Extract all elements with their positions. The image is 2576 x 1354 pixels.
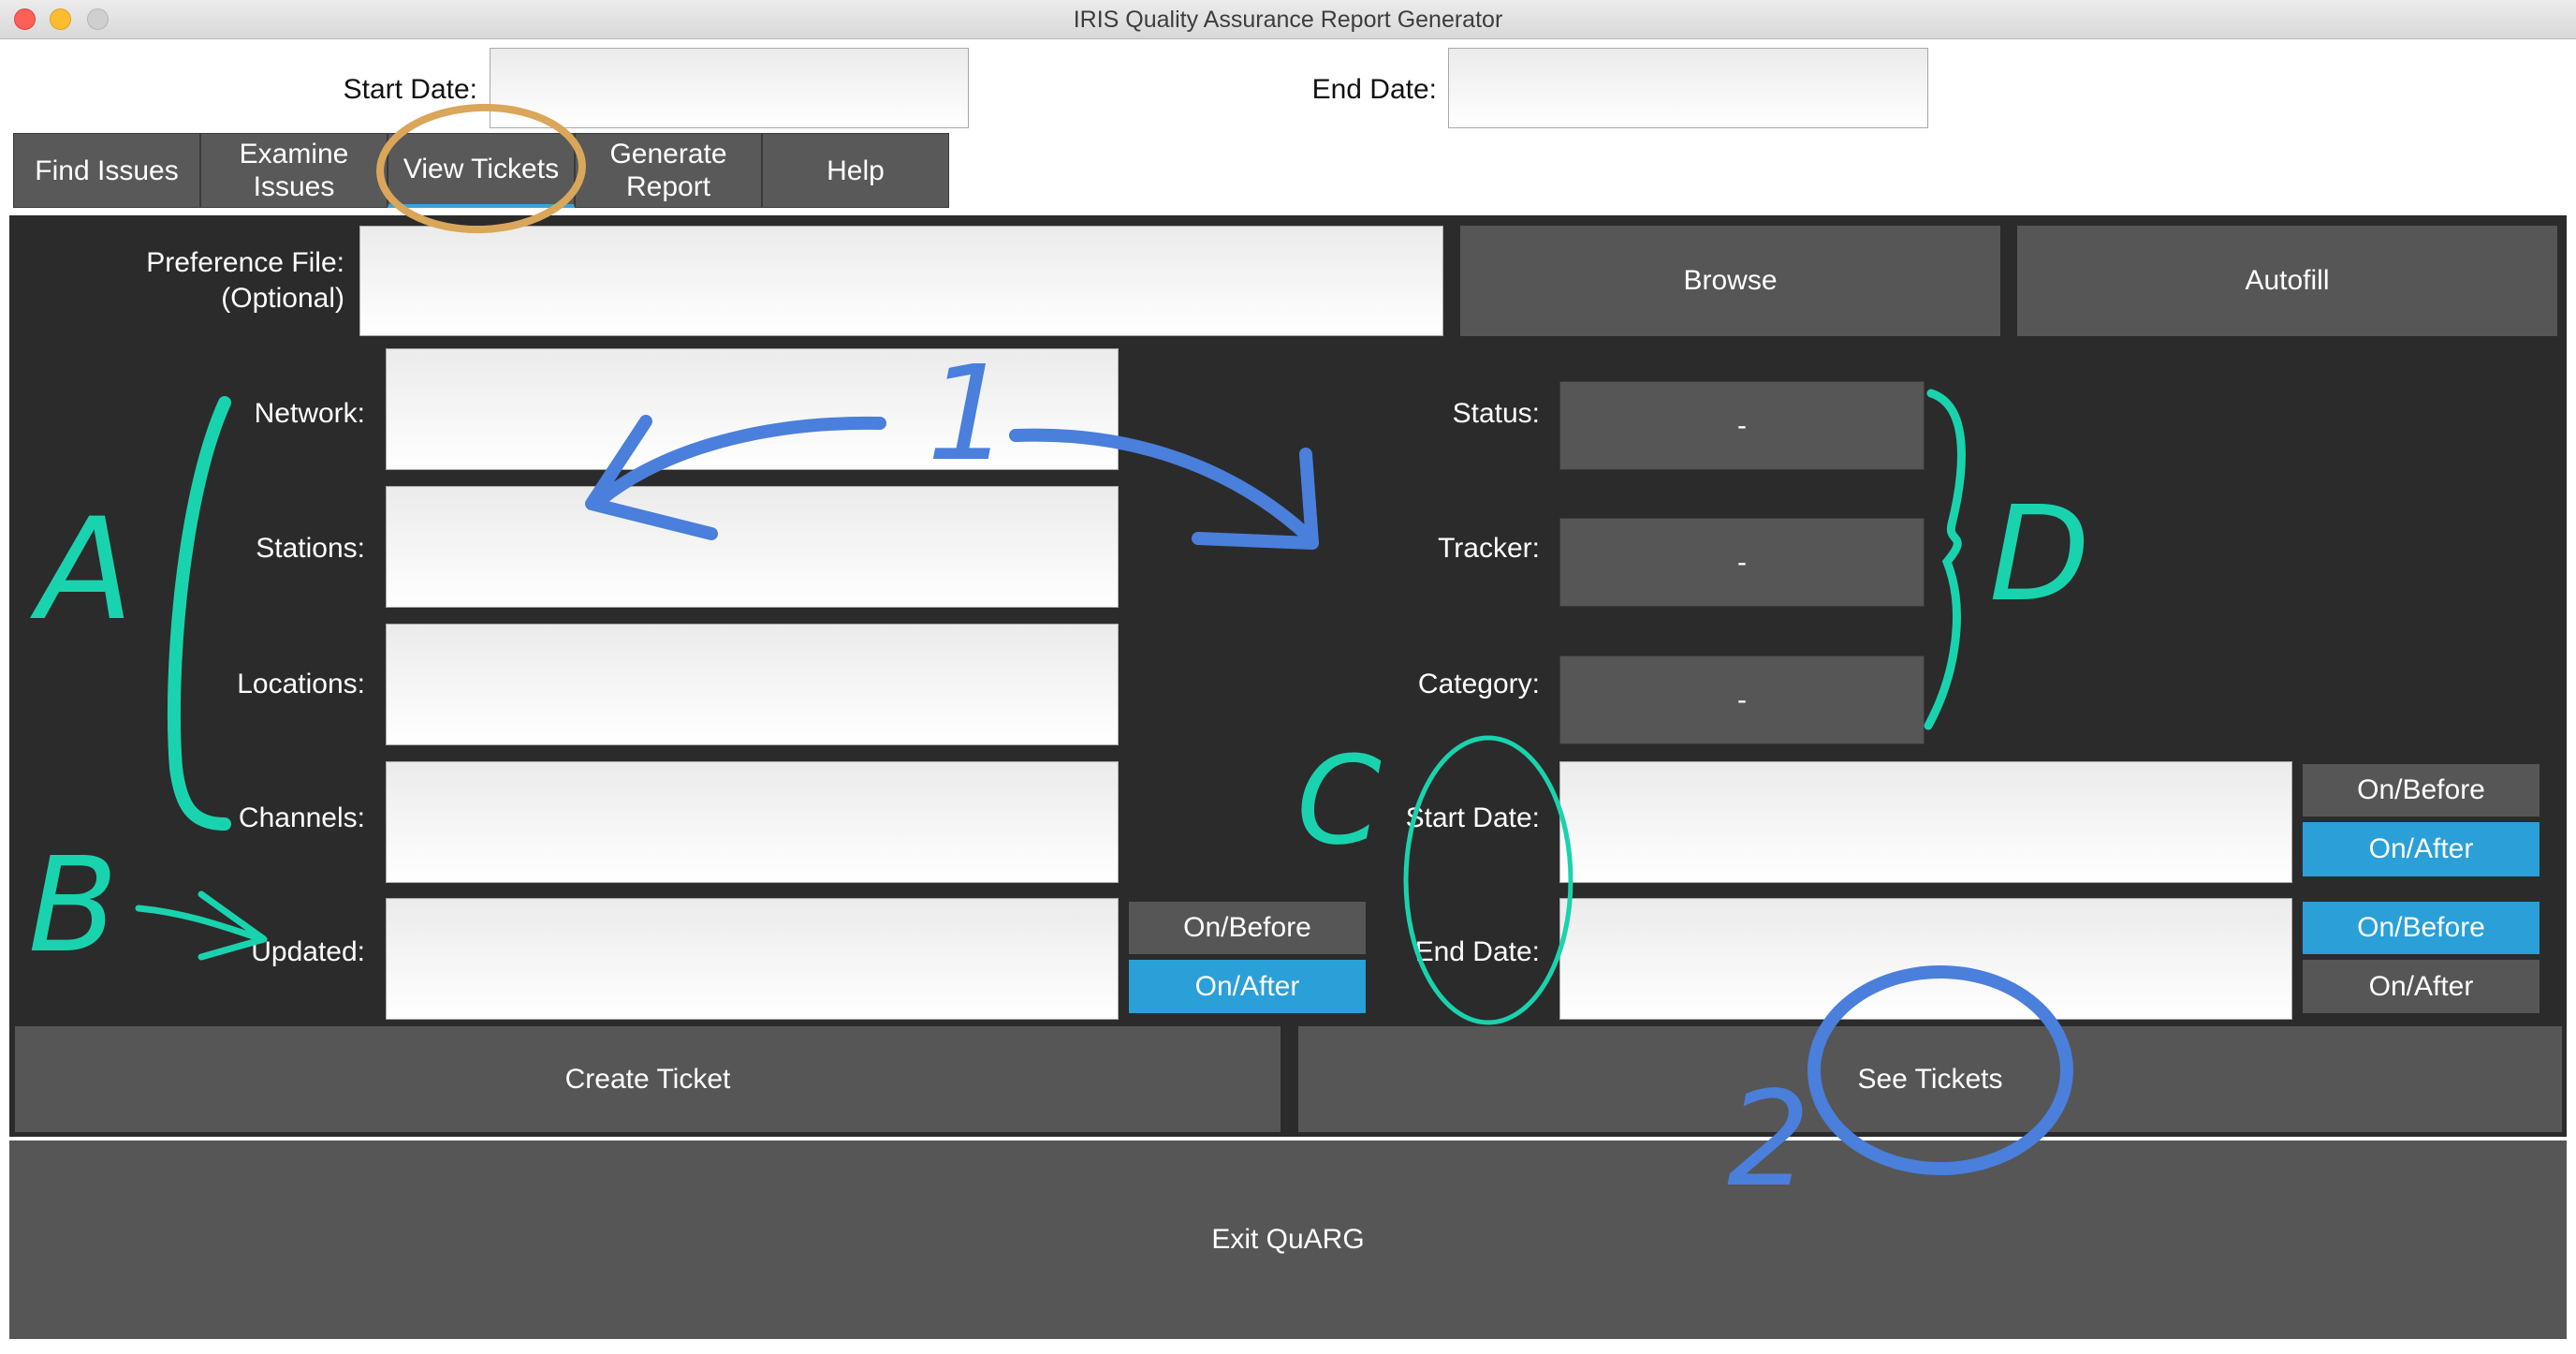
end-date-input[interactable] <box>1559 898 2292 1020</box>
status-dropdown[interactable]: - <box>1559 381 1925 470</box>
network-label: Network: <box>254 398 365 429</box>
window-title: IRIS Quality Assurance Report Generator <box>1073 7 1503 33</box>
header-end-date-input[interactable] <box>1448 48 1928 128</box>
preference-file-input[interactable] <box>359 226 1443 336</box>
end-on-after-toggle[interactable]: On/After <box>2303 960 2539 1013</box>
updated-date-input[interactable] <box>386 898 1119 1020</box>
channels-input[interactable] <box>386 761 1119 883</box>
status-label: Status: <box>1452 398 1540 429</box>
stations-label: Stations: <box>256 533 365 564</box>
locations-input[interactable] <box>386 624 1119 745</box>
category-dropdown[interactable]: - <box>1559 655 1925 744</box>
tab-help[interactable]: Help <box>762 133 949 208</box>
tab-examine-issues[interactable]: Examine Issues <box>200 133 388 208</box>
start-date-label: Start Date: <box>1405 802 1540 833</box>
tracker-label: Tracker: <box>1438 533 1540 564</box>
channels-label: Channels: <box>238 802 365 833</box>
tab-view-tickets[interactable]: View Tickets <box>388 133 575 208</box>
tracker-dropdown[interactable]: - <box>1559 518 1925 607</box>
network-input[interactable] <box>386 348 1119 470</box>
tab-generate-report[interactable]: Generate Report <box>575 133 762 208</box>
start-on-after-toggle[interactable]: On/After <box>2303 822 2539 876</box>
updated-on-after-toggle[interactable]: On/After <box>1129 960 1366 1013</box>
updated-on-before-toggle[interactable]: On/Before <box>1129 902 1366 954</box>
end-on-before-toggle[interactable]: On/Before <box>2303 902 2539 954</box>
updated-label: Updated: <box>251 936 365 967</box>
browse-button[interactable]: Browse <box>1460 226 2000 336</box>
exit-quarg-button[interactable]: Exit QuARG <box>9 1141 2567 1339</box>
header-start-date-label: Start Date: <box>343 74 477 105</box>
header-end-date-label: End Date: <box>1311 74 1437 105</box>
locations-label: Locations: <box>237 669 365 699</box>
create-ticket-button[interactable]: Create Ticket <box>15 1026 1281 1132</box>
autofill-button[interactable]: Autofill <box>2017 226 2557 336</box>
stations-input[interactable] <box>386 486 1119 608</box>
see-tickets-button[interactable]: See Tickets <box>1298 1026 2562 1132</box>
header-start-date-input[interactable] <box>490 48 969 128</box>
preference-file-label: Preference File: (Optional) <box>146 247 344 314</box>
start-date-input[interactable] <box>1559 761 2292 883</box>
category-label: Category: <box>1417 669 1540 699</box>
start-on-before-toggle[interactable]: On/Before <box>2303 764 2539 817</box>
tab-find-issues[interactable]: Find Issues <box>13 133 200 208</box>
end-date-label: End Date: <box>1414 936 1540 967</box>
